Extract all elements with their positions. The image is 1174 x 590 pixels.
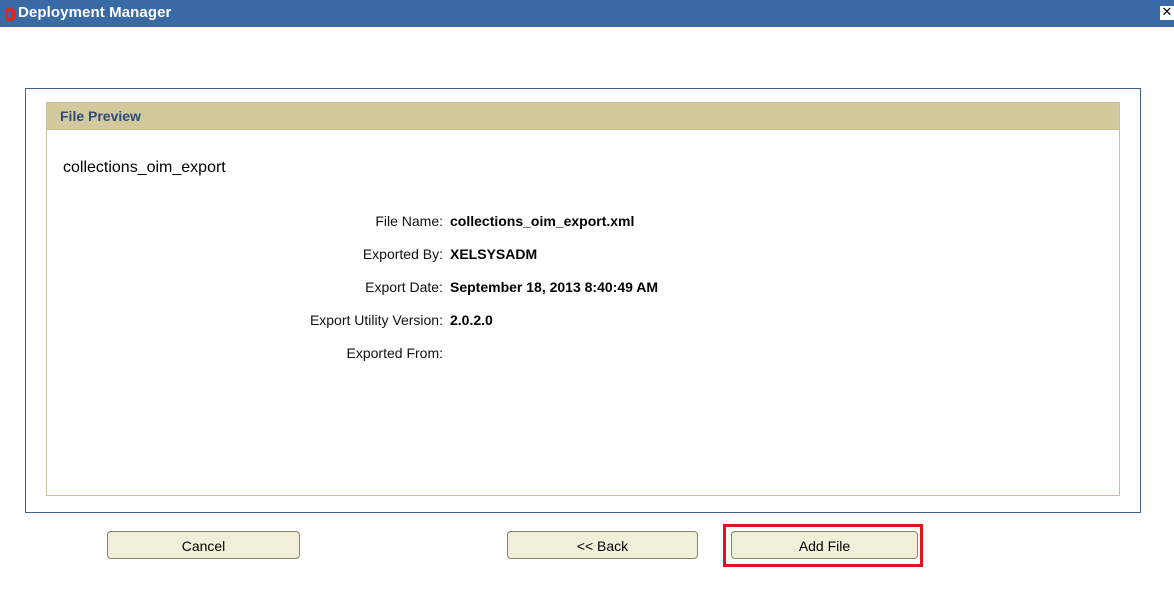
app-logo-icon <box>6 8 16 21</box>
cancel-button[interactable]: Cancel <box>107 531 300 559</box>
close-icon[interactable]: ✕ <box>1160 6 1174 20</box>
panel-header: File Preview <box>47 103 1119 130</box>
window-titlebar: Deployment Manager ✕ <box>0 0 1174 27</box>
detail-label: File Name: <box>375 213 443 229</box>
detail-row-export-date: Export Date: September 18, 2013 8:40:49 … <box>47 279 1119 299</box>
detail-value: XELSYSADM <box>450 246 538 262</box>
detail-value: September 18, 2013 8:40:49 AM <box>450 279 659 295</box>
detail-value: collections_oim_export.xml <box>450 213 635 229</box>
detail-label: Exported By: <box>362 246 443 262</box>
panel-title: File Preview <box>60 108 141 124</box>
window-title: Deployment Manager <box>18 4 172 21</box>
back-button[interactable]: << Back <box>507 531 698 559</box>
detail-row-exported-from: Exported From: <box>47 345 1119 365</box>
detail-label: Exported From: <box>346 345 443 361</box>
file-title: collections_oim_export <box>63 159 226 176</box>
detail-row-exported-by: Exported By: XELSYSADM <box>47 246 1119 266</box>
add-file-highlight <box>723 524 923 567</box>
detail-row-file-name: File Name: collections_oim_export.xml <box>47 213 1119 233</box>
detail-label: Export Date: <box>365 279 443 295</box>
detail-row-export-utility-version: Export Utility Version: 2.0.2.0 <box>47 312 1119 332</box>
file-preview-panel: File Preview collections_oim_export File… <box>46 102 1120 496</box>
detail-label: Export Utility Version: <box>309 312 443 328</box>
detail-value: 2.0.2.0 <box>450 312 493 328</box>
